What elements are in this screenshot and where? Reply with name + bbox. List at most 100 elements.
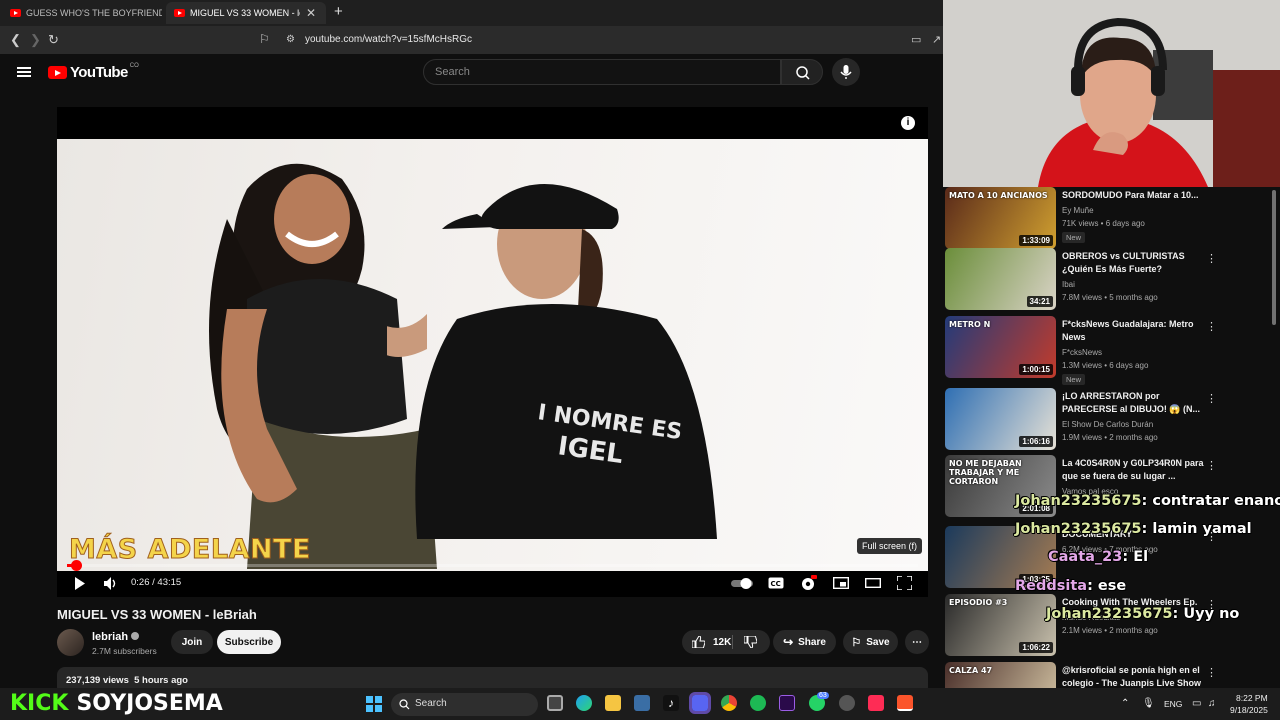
search-button[interactable]	[781, 59, 823, 85]
thumbs-down-icon[interactable]	[744, 636, 757, 648]
taskbar-search[interactable]: Search	[391, 693, 538, 716]
description-box[interactable]: 237,139 views 5 hours ago	[57, 667, 928, 688]
language-indicator[interactable]: ENG	[1164, 699, 1182, 709]
thumbnail-text: CALZA 47	[949, 666, 993, 675]
new-tab-button[interactable]: +	[334, 3, 343, 20]
save-button[interactable]: ⚐ Save	[843, 630, 898, 654]
info-icon[interactable]: i	[901, 116, 915, 130]
volume-tray-icon[interactable]: ♫	[1208, 698, 1216, 709]
spotify-icon[interactable]	[750, 695, 766, 711]
site-info-icon[interactable]: ⚙	[286, 34, 295, 45]
cast-icon[interactable]: ▭	[911, 33, 921, 46]
url-field[interactable]: youtube.com/watch?v=15sfMcHsRGc	[305, 34, 472, 45]
search-icon	[796, 66, 810, 80]
theater-mode-icon[interactable]	[865, 577, 881, 589]
recommendation-item[interactable]: NO ME DEJABAN TRABAJAR Y ME CORTARON 2:01…	[945, 455, 1275, 519]
windows-start-icon[interactable]	[366, 696, 382, 712]
fullscreen-icon[interactable]	[897, 576, 912, 590]
recommendation-title[interactable]: La 4C0S4R0N y G0LP34R0N para que se fuer…	[1062, 457, 1207, 483]
more-options-icon[interactable]: ⋮	[1206, 320, 1217, 333]
channel-name[interactable]: lebriah	[92, 631, 140, 643]
premiere-icon[interactable]	[779, 695, 795, 711]
video-frame[interactable]: I NOMRE ES IGEL MÁS ADELANTE	[57, 139, 928, 571]
chat-text: : ese	[1087, 578, 1127, 594]
like-dislike-group: 12K	[682, 630, 770, 654]
youtube-play-icon	[48, 66, 67, 79]
play-icon[interactable]	[74, 577, 86, 590]
recommendation-item[interactable]: METRO N 1:00:15 F*cksNews Guadalajara: Met…	[945, 316, 1275, 385]
search-input[interactable]: Search	[423, 59, 781, 85]
recommendation-item[interactable]: CALZA 47 @krisroficial se ponía high en e…	[945, 662, 1275, 688]
subscriber-count: 2.7M subscribers	[92, 646, 157, 656]
bookmark-icon[interactable]: ⚐	[259, 32, 270, 46]
recommendation-thumbnail[interactable]: MATO A 10 ANCIANOS 1:33:09	[945, 187, 1056, 249]
brave-icon[interactable]	[897, 695, 913, 711]
recommendation-item[interactable]: 34:21 OBREROS vs CULTURISTAS ¿Quién Es Má…	[945, 248, 1275, 312]
share-button[interactable]: ↪ Share	[773, 630, 836, 654]
recommendation-channel[interactable]: Ey Muñe	[1062, 206, 1094, 215]
clock-date[interactable]: 9/18/2025	[1230, 705, 1268, 715]
recommendation-item[interactable]: EPISODIO #3 1:06:22 Cooking With The Wheel…	[945, 594, 1275, 658]
file-explorer-icon[interactable]	[605, 695, 621, 711]
mic-tray-icon[interactable]: 🎙	[1142, 698, 1155, 709]
more-options-icon[interactable]: ⋮	[1206, 666, 1217, 679]
discord-icon[interactable]	[689, 692, 711, 714]
autoplay-toggle-icon[interactable]	[731, 578, 755, 589]
clock-time[interactable]: 8:22 PM	[1236, 693, 1268, 703]
video-player[interactable]: i I NOMRE ES IGEL MÁS ADELANTE Full scre…	[57, 107, 928, 597]
subscribe-button[interactable]: Subscribe	[217, 630, 281, 654]
channel-avatar[interactable]	[57, 629, 84, 656]
chat-username: Johan23235675	[1046, 606, 1173, 622]
recommendation-title[interactable]: ¡LO ARRESTARON por PARECERSE al DIBUJO! …	[1062, 390, 1207, 416]
search-placeholder: Search	[435, 66, 470, 78]
reload-icon[interactable]: ↻	[48, 32, 59, 48]
close-tab-icon[interactable]: ✕	[306, 6, 316, 20]
recommendation-thumbnail[interactable]: 1:06:16	[945, 388, 1056, 450]
chrome-icon[interactable]	[721, 695, 737, 711]
more-actions-button[interactable]: ⋯	[905, 630, 929, 654]
tab-guess-who[interactable]: GUESS WHO'S THE BOYFRIEND VS 10	[2, 2, 162, 24]
volume-icon[interactable]	[104, 577, 119, 590]
tray-overflow-icon[interactable]: ⌃	[1121, 698, 1129, 709]
recommendation-thumbnail[interactable]: EPISODIO #3 1:06:22	[945, 594, 1056, 656]
like-count[interactable]: 12K	[713, 637, 731, 648]
back-icon[interactable]: ❮	[10, 32, 21, 48]
sidebar-scrollbar[interactable]	[1272, 190, 1276, 325]
taskbar-search-icon	[399, 699, 410, 710]
voice-search-button[interactable]	[832, 58, 860, 86]
recommendation-channel[interactable]: El Show De Carlos Durán	[1062, 420, 1153, 429]
settings-icon[interactable]	[801, 575, 817, 591]
tiktok-studio-icon[interactable]	[868, 695, 884, 711]
tab-miguel-vs-33-women[interactable]: MIGUEL VS 33 WOMEN - leBriah ✕	[166, 2, 326, 24]
more-options-icon[interactable]: ⋮	[1206, 392, 1217, 405]
youtube-page: YouTube CO Search i I NOMRE ES IGEL MÁS …	[0, 54, 943, 688]
share-page-icon[interactable]: ↗	[932, 33, 941, 46]
menu-icon[interactable]	[17, 67, 31, 77]
task-view-icon[interactable]	[547, 695, 563, 711]
miniplayer-icon[interactable]	[833, 577, 849, 589]
network-icon[interactable]: ▭	[1192, 698, 1201, 709]
forward-icon[interactable]: ❯	[30, 32, 41, 48]
recommendation-title[interactable]: F*cksNews Guadalajara: Metro News	[1062, 318, 1207, 344]
join-button[interactable]: Join	[171, 630, 213, 654]
progress-bar[interactable]	[67, 560, 918, 571]
recommendation-item[interactable]: 1:06:16 ¡LO ARRESTARON por PARECERSE al D…	[945, 388, 1275, 452]
recommendation-channel[interactable]: Ibai	[1062, 280, 1075, 289]
recommendation-item[interactable]: MATO A 10 ANCIANOS 1:33:09 SORDOMUDO Para …	[945, 187, 1275, 251]
more-options-icon[interactable]: ⋮	[1206, 252, 1217, 265]
edge-icon[interactable]	[576, 695, 592, 711]
recommendation-title[interactable]: OBREROS vs CULTURISTAS ¿Quién Es Más Fue…	[1062, 250, 1207, 276]
more-options-icon[interactable]: ⋮	[1206, 459, 1217, 472]
recommendation-title[interactable]: SORDOMUDO Para Matar a 10...	[1062, 189, 1207, 202]
recommendation-thumbnail[interactable]: CALZA 47	[945, 662, 1056, 688]
store-icon[interactable]	[634, 695, 650, 711]
obs-icon[interactable]	[839, 695, 855, 711]
captions-icon[interactable]: CC	[768, 577, 784, 589]
tiktok-icon[interactable]: ♪	[663, 695, 679, 711]
recommendation-thumbnail[interactable]: METRO N 1:00:15	[945, 316, 1056, 378]
recommendation-channel[interactable]: F*cksNews	[1062, 348, 1102, 357]
recommendation-title[interactable]: @krisroficial se ponía high en el colegi…	[1062, 664, 1207, 688]
recommendation-thumbnail[interactable]: 34:21	[945, 248, 1056, 310]
thumbs-up-icon[interactable]	[692, 636, 705, 648]
youtube-logo[interactable]: YouTube CO	[48, 63, 139, 81]
